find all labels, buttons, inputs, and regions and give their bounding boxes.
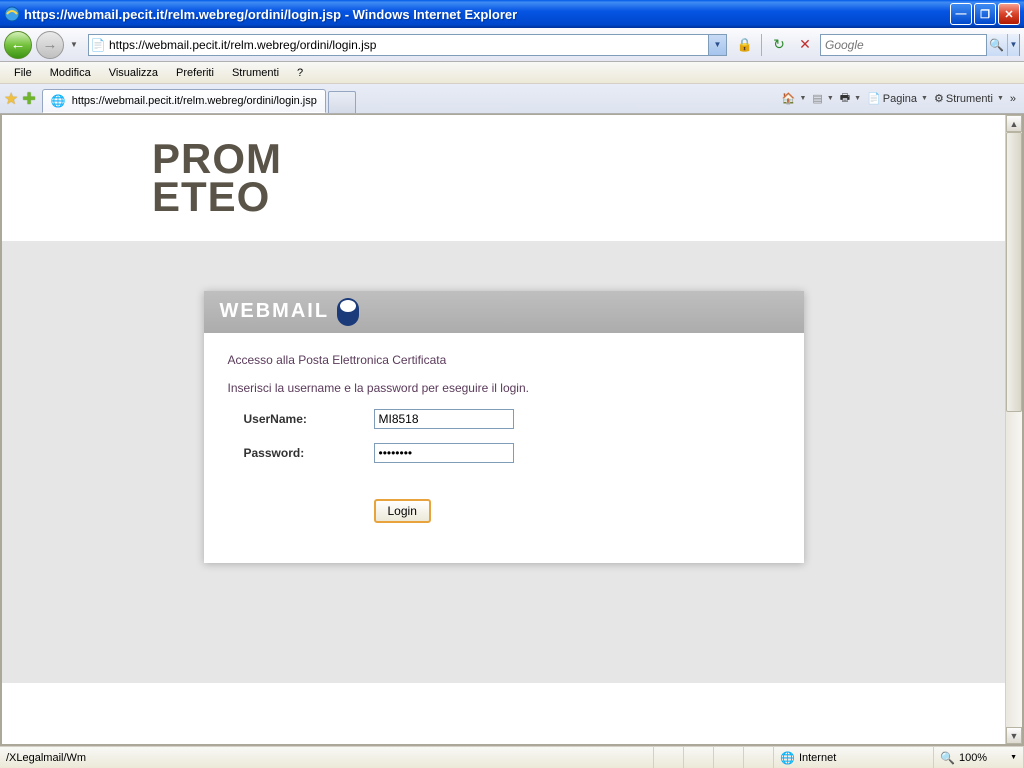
username-row: UserName: bbox=[244, 409, 780, 429]
status-text: /XLegalmail/Wm bbox=[0, 747, 654, 768]
password-row: Password: bbox=[244, 443, 780, 463]
print-button[interactable]: 🖶▼ bbox=[840, 89, 861, 108]
rss-icon: ▤ bbox=[812, 92, 822, 105]
tools-menu[interactable]: ⚙Strumenti▼ bbox=[934, 92, 1004, 105]
card-header: WEBMAIL bbox=[204, 291, 804, 333]
menu-favorites[interactable]: Preferiti bbox=[168, 65, 222, 81]
scroll-thumb[interactable] bbox=[1006, 132, 1022, 412]
ie-icon: 🌐 bbox=[51, 94, 66, 108]
gear-icon: ⚙ bbox=[934, 92, 944, 105]
password-label: Password: bbox=[244, 446, 374, 460]
feeds-button[interactable]: ▤▼ bbox=[812, 92, 833, 105]
browser-tab[interactable]: 🌐 https://webmail.pecit.it/relm.webreg/o… bbox=[42, 89, 326, 113]
window-title: https://webmail.pecit.it/relm.webreg/ord… bbox=[24, 7, 950, 22]
maximize-button[interactable]: ❐ bbox=[974, 3, 996, 25]
username-input[interactable] bbox=[374, 409, 514, 429]
new-tab-button[interactable] bbox=[328, 91, 356, 113]
separator bbox=[761, 34, 762, 56]
address-bar[interactable]: 📄 ▼ bbox=[88, 34, 727, 56]
window-titlebar: https://webmail.pecit.it/relm.webreg/ord… bbox=[0, 0, 1024, 28]
scroll-up-button[interactable]: ▲ bbox=[1006, 115, 1022, 132]
address-input[interactable] bbox=[107, 38, 708, 52]
address-dropdown[interactable]: ▼ bbox=[708, 35, 726, 55]
home-icon: 🏠 bbox=[782, 92, 796, 105]
page-icon: 📄 bbox=[89, 38, 107, 52]
lock-icon[interactable]: 🔒 bbox=[735, 37, 755, 53]
ie-icon bbox=[4, 6, 20, 22]
search-input[interactable] bbox=[821, 38, 986, 52]
password-input[interactable] bbox=[374, 443, 514, 463]
page-body: WEBMAIL Accesso alla Posta Elettronica C… bbox=[2, 241, 1005, 683]
page-viewport: PROM ETEO WEBMAIL Accesso alla Posta Ele… bbox=[2, 115, 1005, 744]
print-icon: 🖶 bbox=[840, 89, 850, 108]
zoom-icon: 🔍 bbox=[940, 751, 955, 765]
card-subtitle: Accesso alla Posta Elettronica Certifica… bbox=[228, 353, 780, 367]
search-button[interactable]: 🔍 bbox=[986, 34, 1007, 56]
status-cell bbox=[714, 747, 744, 768]
tab-label: https://webmail.pecit.it/relm.webreg/ord… bbox=[72, 95, 317, 107]
nav-history-dropdown[interactable]: ▼ bbox=[68, 38, 80, 52]
page-menu[interactable]: 📄Pagina▼ bbox=[867, 92, 928, 105]
search-bar[interactable]: 🔍 ▼ bbox=[820, 34, 1020, 56]
security-zone[interactable]: 🌐Internet bbox=[774, 747, 934, 768]
status-cell bbox=[744, 747, 774, 768]
refresh-button[interactable]: ↻ bbox=[768, 34, 790, 56]
page-icon: 📄 bbox=[867, 92, 881, 105]
webmail-brand: WEBMAIL bbox=[220, 300, 330, 323]
scroll-down-button[interactable]: ▼ bbox=[1006, 727, 1022, 744]
menu-bar: File Modifica Visualizza Preferiti Strum… bbox=[0, 62, 1024, 84]
minimize-button[interactable]: — bbox=[950, 3, 972, 25]
vertical-scrollbar[interactable]: ▲ ▼ bbox=[1005, 115, 1022, 744]
login-card: WEBMAIL Accesso alla Posta Elettronica C… bbox=[204, 291, 804, 563]
back-button[interactable]: ← bbox=[4, 31, 32, 59]
menu-tools[interactable]: Strumenti bbox=[224, 65, 287, 81]
internet-zone-icon: 🌐 bbox=[780, 751, 795, 765]
toolbar-overflow[interactable]: » bbox=[1010, 93, 1016, 105]
tab-bar: ★ ✚ 🌐 https://webmail.pecit.it/relm.webr… bbox=[0, 84, 1024, 114]
favorites-icon[interactable]: ★ bbox=[4, 89, 18, 109]
menu-file[interactable]: File bbox=[6, 65, 40, 81]
add-favorite-icon[interactable]: ✚ bbox=[22, 89, 35, 109]
close-button[interactable]: ✕ bbox=[998, 3, 1020, 25]
status-cell bbox=[684, 747, 714, 768]
webmail-icon bbox=[337, 298, 359, 326]
stop-button[interactable]: ✕ bbox=[794, 34, 816, 56]
status-cell bbox=[654, 747, 684, 768]
zoom-control[interactable]: 🔍100%▼ bbox=[934, 747, 1024, 768]
menu-edit[interactable]: Modifica bbox=[42, 65, 99, 81]
navigation-toolbar: ← → ▼ 📄 ▼ 🔒 ↻ ✕ 🔍 ▼ bbox=[0, 28, 1024, 62]
username-label: UserName: bbox=[244, 412, 374, 426]
menu-view[interactable]: Visualizza bbox=[101, 65, 166, 81]
page-header: PROM ETEO bbox=[2, 115, 1005, 241]
card-instruction: Inserisci la username e la password per … bbox=[228, 381, 780, 395]
login-button[interactable]: Login bbox=[374, 499, 431, 523]
content-area: PROM ETEO WEBMAIL Accesso alla Posta Ele… bbox=[0, 114, 1024, 746]
home-button[interactable]: 🏠▼ bbox=[782, 92, 807, 105]
status-bar: /XLegalmail/Wm 🌐Internet 🔍100%▼ bbox=[0, 746, 1024, 768]
search-provider-dropdown[interactable]: ▼ bbox=[1007, 34, 1019, 56]
forward-button[interactable]: → bbox=[36, 31, 64, 59]
menu-help[interactable]: ? bbox=[289, 65, 311, 81]
prometeo-logo: PROM ETEO bbox=[152, 140, 1005, 216]
